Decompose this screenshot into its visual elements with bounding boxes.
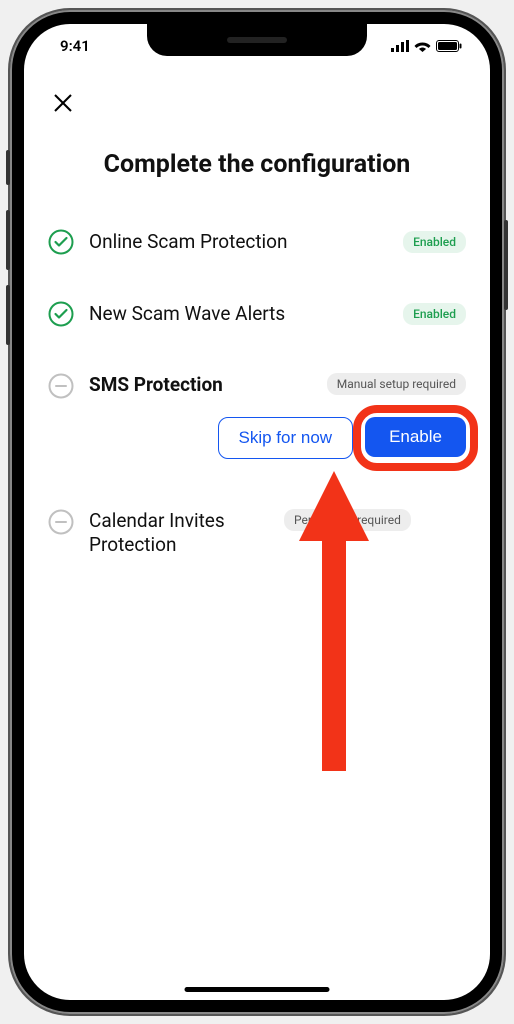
page-title: Complete the configuration [48, 150, 466, 179]
item-label: Calendar Invites Protection [89, 509, 269, 557]
close-button[interactable] [48, 88, 78, 118]
minus-circle-icon [48, 509, 74, 535]
content: Complete the configuration Online Scam P… [24, 68, 490, 623]
item-label: SMS Protection [89, 373, 312, 397]
status-badge-permission: Permission required [284, 509, 411, 531]
volume-up [6, 210, 10, 270]
minus-circle-icon [48, 373, 74, 399]
mute-switch [6, 150, 10, 185]
status-badge-manual: Manual setup required [327, 373, 466, 395]
check-circle-icon [48, 229, 74, 255]
config-item-sms: SMS Protection Manual setup required [48, 373, 466, 399]
close-icon [53, 93, 73, 113]
battery-icon [436, 40, 462, 52]
skip-button[interactable]: Skip for now [218, 417, 354, 459]
notch [147, 24, 367, 56]
config-item-scam-alerts: New Scam Wave Alerts Enabled [48, 301, 466, 327]
check-circle-icon [48, 301, 74, 327]
power-button [504, 220, 508, 310]
sms-actions: Skip for now Enable [88, 417, 466, 459]
wifi-icon [414, 40, 431, 52]
phone-frame: 9:41 [10, 10, 504, 1014]
screen: 9:41 [24, 24, 490, 1000]
speaker [227, 37, 287, 43]
status-badge-enabled: Enabled [403, 303, 466, 325]
status-badge-enabled: Enabled [403, 231, 466, 253]
enable-button[interactable]: Enable [365, 417, 466, 457]
config-item-online-scam: Online Scam Protection Enabled [48, 229, 466, 255]
config-item-calendar: Calendar Invites Protection Permission r… [48, 509, 466, 557]
item-label: New Scam Wave Alerts [89, 302, 388, 326]
home-indicator[interactable] [185, 987, 330, 992]
status-time: 9:41 [52, 37, 90, 55]
status-indicators [391, 40, 462, 52]
item-label: Online Scam Protection [89, 230, 388, 254]
volume-down [6, 285, 10, 345]
cellular-icon [391, 40, 409, 52]
